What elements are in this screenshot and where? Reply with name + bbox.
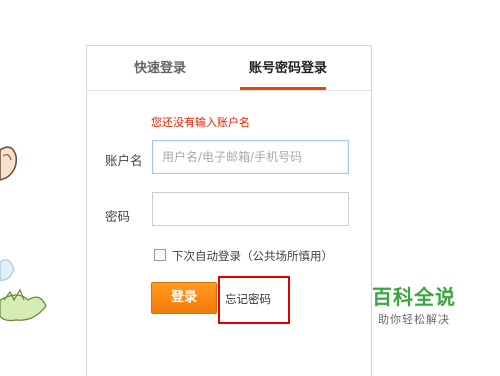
login-tabs: 快速登录 账号密码登录 <box>87 46 371 91</box>
tab-account-login[interactable]: 账号密码登录 <box>233 46 343 89</box>
remember-checkbox[interactable] <box>154 249 166 261</box>
forgot-password-link[interactable]: 忘记密码 <box>225 291 271 307</box>
watermark-logo: 百科全说 助你轻松解决 <box>360 285 468 327</box>
username-input[interactable] <box>152 140 349 174</box>
watermark-subtitle: 助你轻松解决 <box>378 313 450 326</box>
login-panel: 快速登录 账号密码登录 您还没有输入账户名 账户名 密码 下次自动登录（公共场所… <box>86 45 372 376</box>
error-message: 您还没有输入账户名 <box>151 116 250 129</box>
password-input[interactable] <box>152 192 349 226</box>
login-button[interactable]: 登录 <box>151 282 217 314</box>
password-label: 密码 <box>105 209 131 224</box>
cartoon-decoration <box>0 146 47 322</box>
remember-label: 下次自动登录（公共场所慎用） <box>172 249 333 263</box>
remember-row[interactable]: 下次自动登录（公共场所慎用） <box>154 248 333 264</box>
active-tab-indicator <box>240 87 326 90</box>
username-label: 账户名 <box>105 153 143 168</box>
tab-quick-login[interactable]: 快速登录 <box>115 46 205 89</box>
watermark-title: 百科全说 <box>372 285 456 309</box>
